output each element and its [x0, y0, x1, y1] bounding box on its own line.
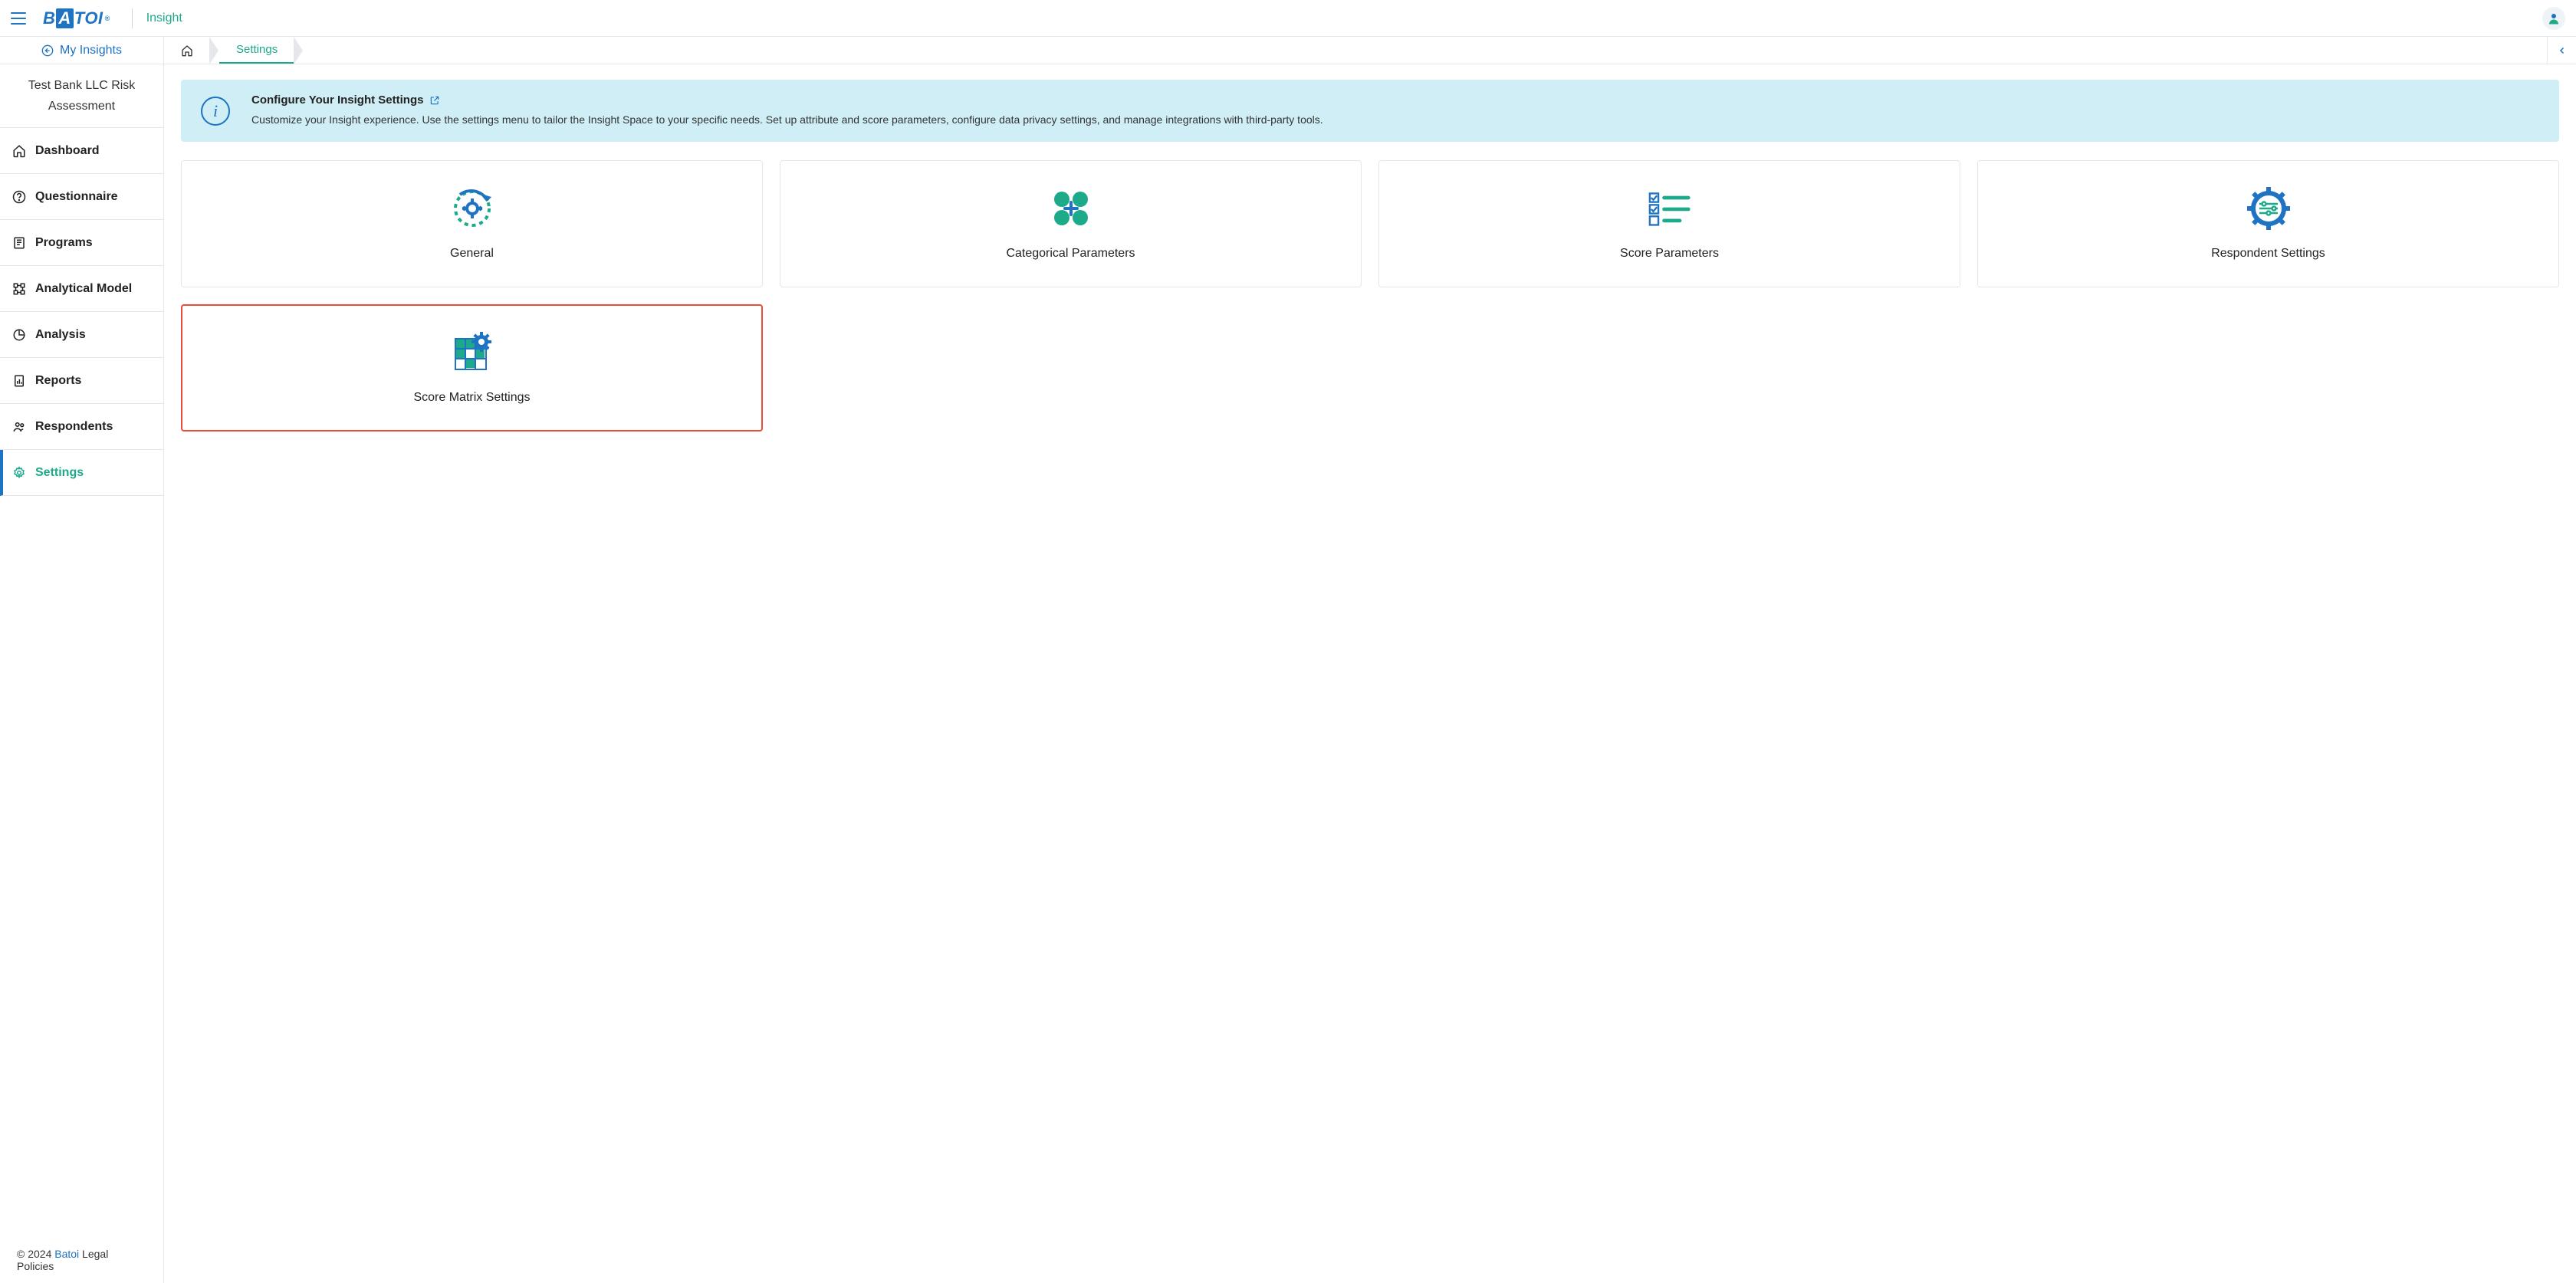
content-body: i Configure Your Insight Settings Custom… — [164, 64, 2576, 1283]
pie-chart-icon — [12, 328, 26, 342]
categories-icon — [1050, 187, 1092, 230]
sidebar-item-label: Settings — [35, 466, 84, 480]
sidebar-item-label: Questionnaire — [35, 190, 118, 204]
card-label: General — [450, 247, 494, 261]
card-score-matrix-settings[interactable]: Score Matrix Settings — [181, 304, 763, 431]
report-icon — [12, 374, 26, 388]
card-label: Categorical Parameters — [1006, 247, 1135, 261]
card-label: Respondent Settings — [2211, 247, 2325, 261]
card-respondent-settings[interactable]: Respondent Settings — [1977, 160, 2559, 287]
sidebar-item-analytical-model[interactable]: Analytical Model — [0, 266, 163, 312]
breadcrumb-separator — [294, 37, 304, 64]
sidebar-nav: Dashboard Questionnaire Programs Analyti… — [0, 128, 163, 1236]
card-score-parameters[interactable]: Score Parameters — [1378, 160, 1960, 287]
content: Settings i Configure Your Insight Settin… — [164, 37, 2576, 1283]
chevron-left-icon — [2558, 46, 2567, 55]
info-title-text: Configure Your Insight Settings — [251, 94, 423, 107]
sidebar-item-reports[interactable]: Reports — [0, 358, 163, 404]
checklist-icon — [1648, 187, 1691, 230]
model-icon — [12, 282, 26, 296]
card-label: Score Matrix Settings — [413, 391, 530, 405]
home-icon — [12, 144, 26, 158]
breadcrumb-home[interactable] — [164, 37, 210, 64]
sidebar-item-label: Respondents — [35, 420, 113, 434]
question-icon — [12, 190, 26, 204]
home-icon — [181, 44, 193, 57]
menu-toggle-icon[interactable] — [11, 12, 26, 25]
footer: © 2024 Batoi Legal Policies — [0, 1236, 163, 1283]
top-bar: BATOI® Insight — [0, 0, 2576, 37]
sidebar-item-questionnaire[interactable]: Questionnaire — [0, 174, 163, 220]
sidebar-item-label: Programs — [35, 236, 93, 250]
back-arrow-icon — [41, 44, 54, 57]
app-name[interactable]: Insight — [146, 11, 182, 25]
divider — [132, 8, 133, 28]
project-title: Test Bank LLC Risk Assessment — [0, 64, 163, 128]
logo[interactable]: BATOI® — [43, 8, 118, 28]
card-categorical-parameters[interactable]: Categorical Parameters — [780, 160, 1362, 287]
card-general[interactable]: General — [181, 160, 763, 287]
footer-copyright-pre: © 2024 — [17, 1248, 54, 1260]
gear-sliders-icon — [2247, 187, 2290, 230]
external-link-icon[interactable] — [429, 95, 440, 106]
book-icon — [12, 236, 26, 250]
gear-icon — [12, 466, 26, 480]
matrix-gear-icon — [451, 331, 494, 374]
breadcrumb-settings[interactable]: Settings — [219, 37, 294, 64]
breadcrumb: Settings — [164, 37, 2576, 64]
users-icon — [12, 420, 26, 434]
sidebar-item-dashboard[interactable]: Dashboard — [0, 128, 163, 174]
card-label: Score Parameters — [1620, 247, 1719, 261]
sidebar-item-label: Analytical Model — [35, 282, 132, 296]
info-title: Configure Your Insight Settings — [251, 94, 1323, 107]
my-insights-label: My Insights — [60, 44, 122, 57]
breadcrumb-separator — [210, 37, 219, 64]
user-icon — [2547, 11, 2561, 25]
gear-refresh-icon — [451, 187, 494, 230]
sidebar-item-label: Analysis — [35, 328, 86, 342]
sidebar-item-respondents[interactable]: Respondents — [0, 404, 163, 450]
collapse-panel-button[interactable] — [2547, 37, 2576, 64]
sidebar-item-label: Dashboard — [35, 144, 100, 158]
sidebar: My Insights Test Bank LLC Risk Assessmen… — [0, 37, 164, 1283]
sidebar-item-analysis[interactable]: Analysis — [0, 312, 163, 358]
footer-link[interactable]: Batoi — [54, 1248, 79, 1260]
breadcrumb-label: Settings — [236, 43, 278, 56]
my-insights-link[interactable]: My Insights — [0, 37, 163, 64]
sidebar-item-settings[interactable]: Settings — [0, 450, 163, 496]
settings-card-grid: General Categorical Parameters — [181, 160, 2559, 431]
info-description: Customize your Insight experience. Use t… — [251, 111, 1323, 128]
sidebar-item-label: Reports — [35, 374, 81, 388]
avatar[interactable] — [2542, 7, 2565, 30]
info-banner: i Configure Your Insight Settings Custom… — [181, 80, 2559, 142]
sidebar-item-programs[interactable]: Programs — [0, 220, 163, 266]
info-icon: i — [201, 97, 230, 126]
